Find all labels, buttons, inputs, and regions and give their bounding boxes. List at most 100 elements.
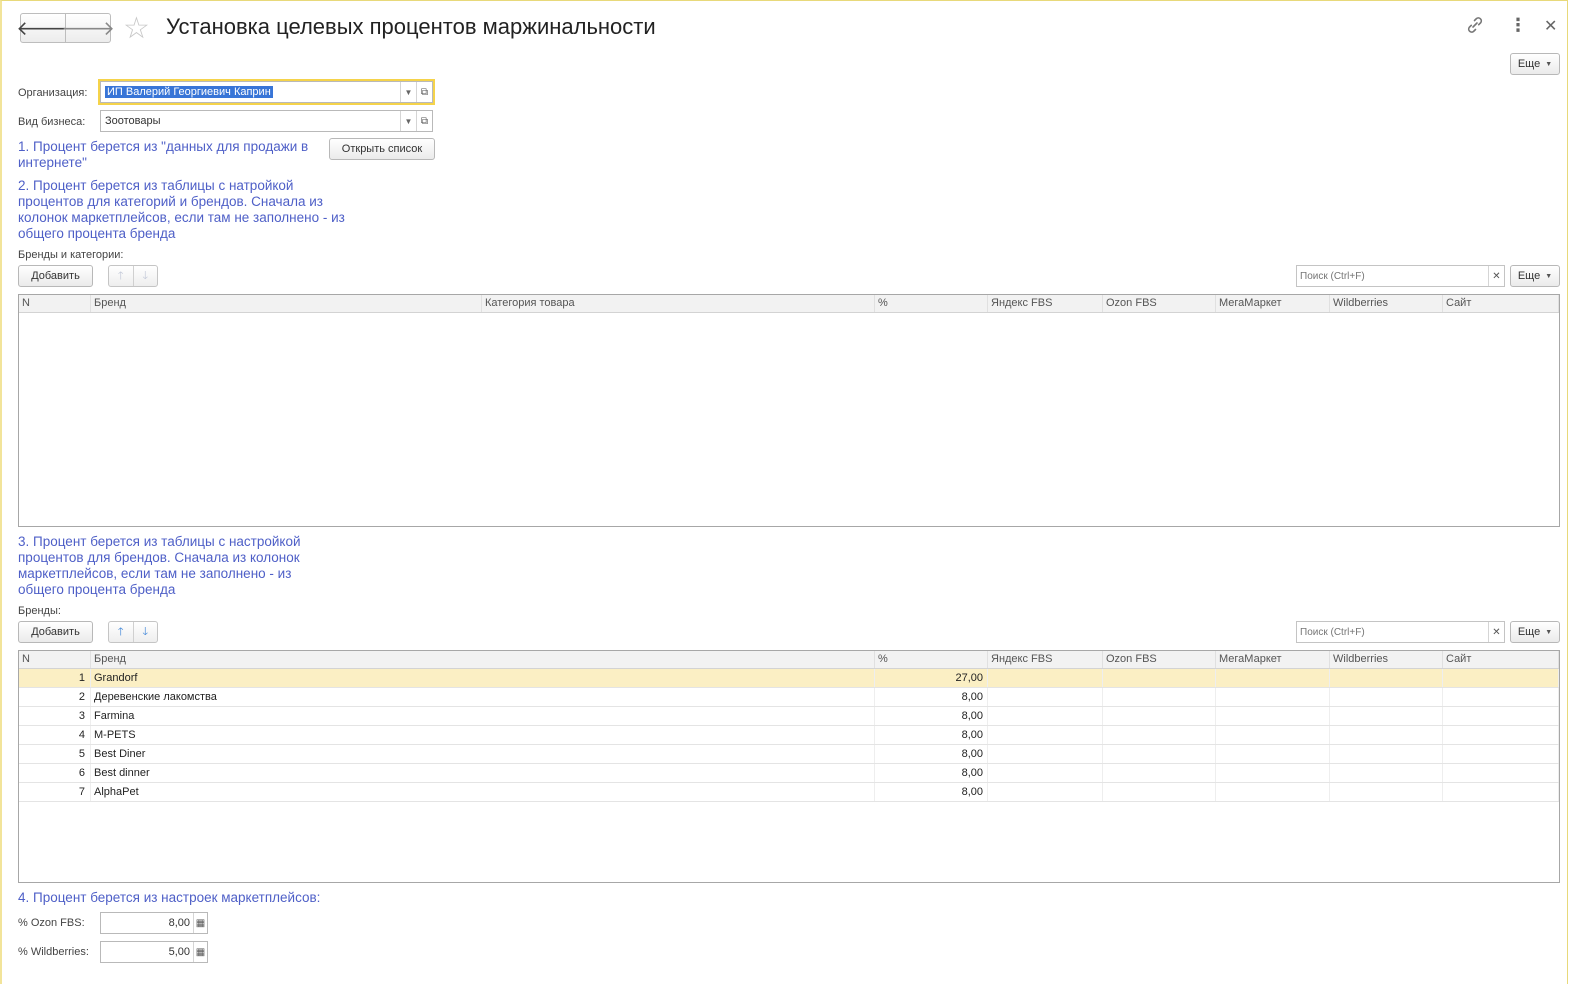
caret-down-icon: ▼ (1545, 628, 1553, 636)
clear-search-icon[interactable]: ✕ (1488, 622, 1504, 642)
form-window: 🡐 🡒 ☆ Установка целевых процентов маржин… (0, 0, 1568, 984)
column-header[interactable]: Wildberries (1330, 651, 1443, 668)
cell-site (1443, 745, 1559, 763)
business-label: Вид бизнеса: (18, 116, 86, 128)
cell-pct: 8,00 (875, 726, 988, 744)
ozon-percent-value: 8,00 (168, 917, 190, 929)
column-header[interactable]: Сайт (1443, 651, 1559, 668)
cell-site (1443, 783, 1559, 801)
table-body: 1 Grandorf 27,00 2 Деревенские лакомства… (19, 669, 1559, 802)
cell-pct: 27,00 (875, 669, 988, 687)
clear-search-icon[interactable]: ✕ (1488, 266, 1504, 286)
search-input[interactable] (1297, 270, 1488, 282)
move-down-icon[interactable]: 🡓 (132, 266, 158, 286)
calculator-icon[interactable]: ▦ (193, 942, 207, 962)
column-header[interactable]: % (875, 295, 988, 312)
column-header[interactable]: Бренд (91, 295, 482, 312)
cell-ozon (1103, 764, 1216, 782)
column-header[interactable]: МегаМаркет (1216, 295, 1330, 312)
wildberries-percent-value: 5,00 (168, 946, 190, 958)
brands-more-button[interactable]: Еще ▼ (1510, 621, 1560, 643)
forward-button[interactable]: 🡒 (61, 13, 115, 43)
cell-pct: 8,00 (875, 688, 988, 706)
table-row[interactable]: 5 Best Diner 8,00 (19, 745, 1559, 764)
add-brand-category-button[interactable]: Добавить (18, 265, 93, 287)
open-icon[interactable]: ⧉ (416, 82, 432, 102)
move-up-icon[interactable]: 🡑 (109, 622, 133, 642)
cell-n: 1 (19, 669, 91, 687)
cell-n: 6 (19, 764, 91, 782)
cell-brand: M-PETS (91, 726, 875, 744)
organization-value: ИП Валерий Георгиевич Каприн (105, 86, 273, 98)
cell-wildberries (1330, 745, 1443, 763)
cell-n: 4 (19, 726, 91, 744)
column-header[interactable]: МегаМаркет (1216, 651, 1330, 668)
cell-brand: Grandorf (91, 669, 875, 687)
favorite-star-icon[interactable]: ☆ (123, 11, 150, 46)
calculator-icon[interactable]: ▦ (193, 913, 207, 933)
more-vertical-icon[interactable]: ⋮ (1509, 15, 1527, 36)
column-header[interactable]: Wildberries (1330, 295, 1443, 312)
column-header[interactable]: N (19, 651, 91, 668)
dropdown-icon[interactable]: ▼ (400, 82, 416, 102)
cell-wildberries (1330, 783, 1443, 801)
column-header[interactable]: Яндекс FBS (988, 295, 1103, 312)
brands-categories-table[interactable]: N Бренд Категория товара % Яндекс FBS Oz… (18, 294, 1560, 527)
search-input[interactable] (1297, 626, 1488, 638)
header-more-label: Еще (1517, 58, 1541, 70)
cell-megamarket (1216, 783, 1330, 801)
table-row[interactable]: 6 Best dinner 8,00 (19, 764, 1559, 783)
table-row[interactable]: 4 M-PETS 8,00 (19, 726, 1559, 745)
table-row[interactable]: 3 Farmina 8,00 (19, 707, 1559, 726)
ozon-percent-field[interactable]: 8,00 ▦ (100, 912, 208, 934)
brands-table[interactable]: N Бренд % Яндекс FBS Ozon FBS МегаМаркет… (18, 650, 1560, 883)
open-icon[interactable]: ⧉ (416, 111, 432, 131)
more-label: Еще (1517, 626, 1541, 638)
table-row[interactable]: 1 Grandorf 27,00 (19, 669, 1559, 688)
column-header[interactable]: Сайт (1443, 295, 1559, 312)
brands-categories-more-button[interactable]: Еще ▼ (1510, 265, 1560, 287)
cell-wildberries (1330, 726, 1443, 744)
wildberries-percent-field[interactable]: 5,00 ▦ (100, 941, 208, 963)
cell-wildberries (1330, 688, 1443, 706)
cell-brand: Farmina (91, 707, 875, 725)
column-header[interactable]: N (19, 295, 91, 312)
ozon-label: % Ozon FBS: (18, 917, 85, 929)
close-icon[interactable]: ✕ (1544, 16, 1557, 36)
organization-field[interactable]: ИП Валерий Георгиевич Каприн ▼ ⧉ (98, 79, 435, 105)
header-more-button[interactable]: Еще ▼ (1510, 53, 1560, 75)
column-header[interactable]: Ozon FBS (1103, 651, 1216, 668)
caret-down-icon: ▼ (1545, 60, 1553, 68)
move-buttons-1: 🡑 🡓 (108, 265, 158, 287)
cell-ozon (1103, 688, 1216, 706)
cell-yandex (988, 688, 1103, 706)
page-title: Установка целевых процентов маржинальнос… (166, 14, 656, 39)
open-list-button[interactable]: Открыть список (329, 138, 435, 160)
note-3: 3. Процент берется из таблицы с настройк… (18, 534, 301, 597)
brands-search[interactable]: ✕ (1296, 621, 1505, 643)
column-header[interactable]: Категория товара (482, 295, 875, 312)
column-header[interactable]: Бренд (91, 651, 875, 668)
link-icon[interactable] (1465, 15, 1485, 40)
brands-categories-search[interactable]: ✕ (1296, 265, 1505, 287)
move-up-icon[interactable]: 🡑 (109, 266, 133, 286)
table-row[interactable]: 7 AlphaPet 8,00 (19, 783, 1559, 802)
column-header[interactable]: % (875, 651, 988, 668)
cell-yandex (988, 669, 1103, 687)
cell-ozon (1103, 669, 1216, 687)
cell-site (1443, 688, 1559, 706)
cell-wildberries (1330, 707, 1443, 725)
back-button[interactable]: 🡐 (16, 13, 70, 43)
column-header[interactable]: Ozon FBS (1103, 295, 1216, 312)
brands-label: Бренды: (18, 605, 61, 617)
cell-ozon (1103, 726, 1216, 744)
add-brand-button[interactable]: Добавить (18, 621, 93, 643)
dropdown-icon[interactable]: ▼ (400, 111, 416, 131)
cell-megamarket (1216, 726, 1330, 744)
move-down-icon[interactable]: 🡓 (132, 622, 158, 642)
business-field[interactable]: Зоотовары ▼ ⧉ (100, 110, 433, 132)
wildberries-label: % Wildberries: (18, 946, 89, 958)
cell-wildberries (1330, 669, 1443, 687)
column-header[interactable]: Яндекс FBS (988, 651, 1103, 668)
table-row[interactable]: 2 Деревенские лакомства 8,00 (19, 688, 1559, 707)
